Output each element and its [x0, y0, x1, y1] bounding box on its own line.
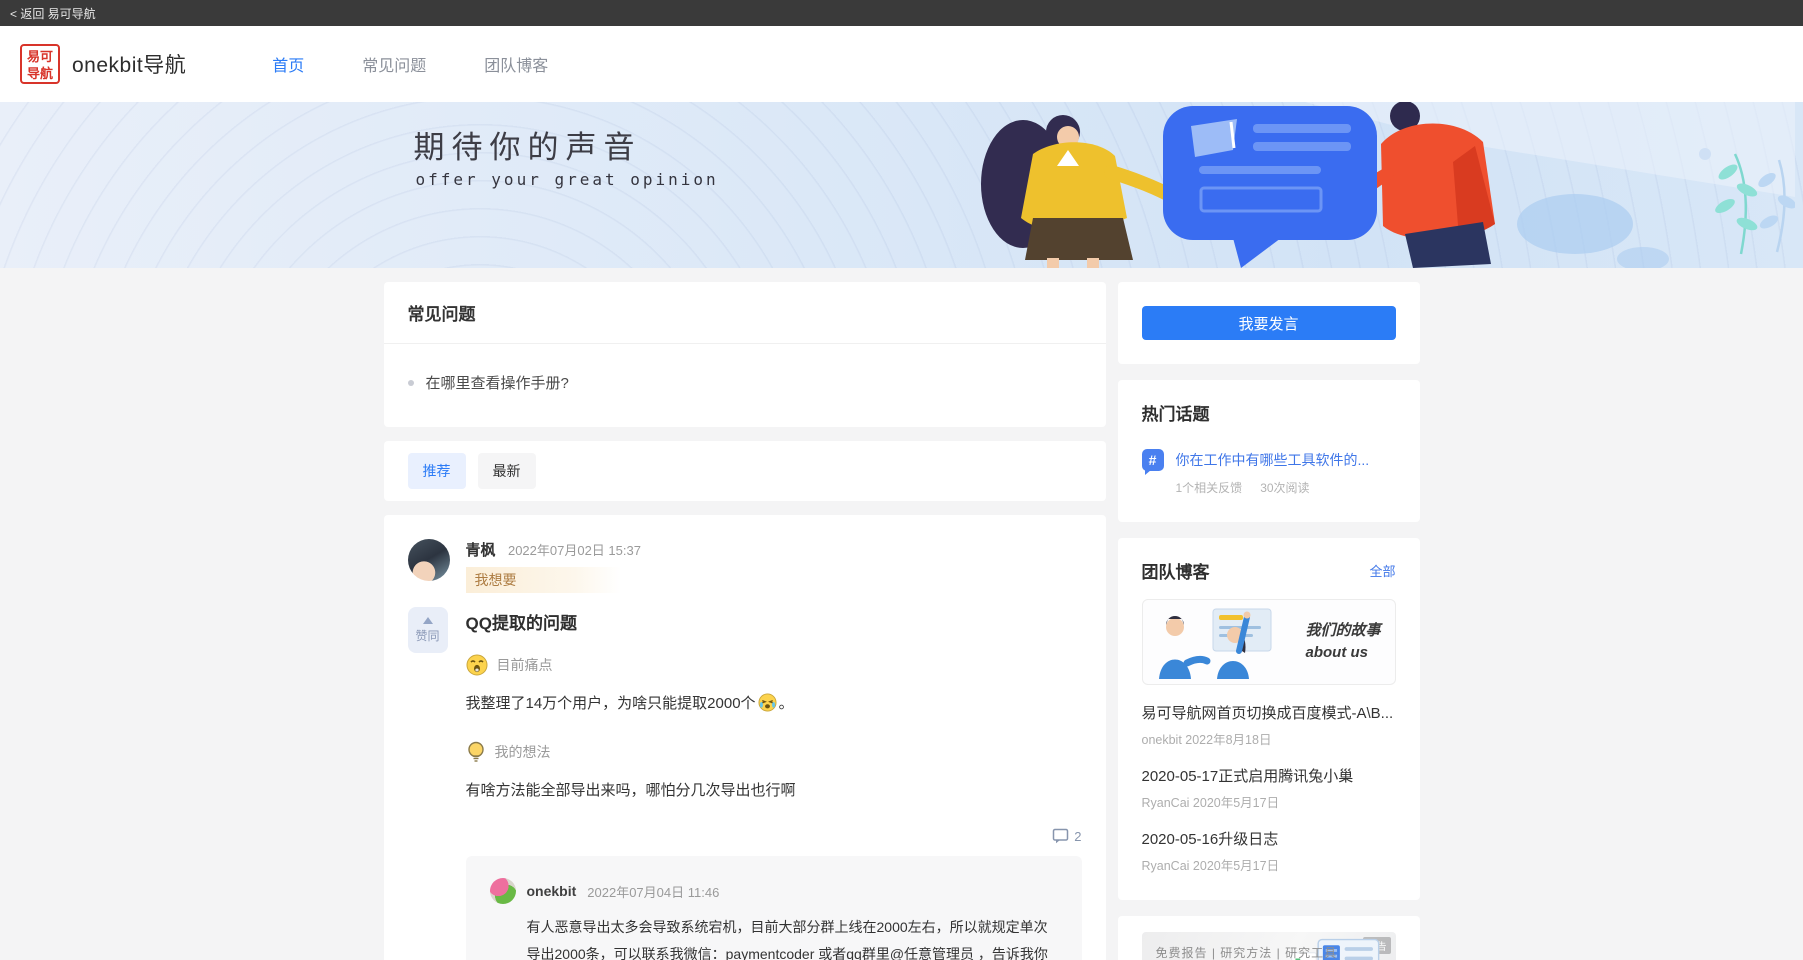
logo-line-1: 易可 — [26, 49, 53, 64]
post-author-avatar[interactable] — [407, 539, 450, 581]
main-content: 常见问题 在哪里查看操作手册? 推荐 最新 青枫 2022年07月02日 15:… — [383, 268, 1420, 960]
post-author-block: 青枫 2022年07月02日 15:37 我想要 — [465, 539, 641, 593]
replies-container: onekbit 2022年07月04日 11:46 有人恶意导出太多会导致系统宕… — [465, 856, 1082, 960]
nav-item-faq[interactable]: 常见问题 — [362, 52, 426, 76]
blog-item-title[interactable]: 易可导航网首页切换成百度模式-A\B... — [1142, 702, 1396, 723]
topic-read-count: 30次阅读 — [1260, 481, 1310, 495]
team-blog-title: 团队博客 — [1141, 563, 1210, 582]
post-category-tag: 我想要 — [465, 567, 621, 593]
bullet-dot-icon — [407, 379, 414, 386]
post-content: QQ提取的问题 目前痛点 我整理了14万个用户，为啥只能提取2000个 。 我的… — [465, 607, 1082, 960]
new-post-button[interactable]: 我要发言 — [1141, 306, 1396, 340]
comment-count-value: 2 — [1074, 828, 1082, 844]
blog-item-title[interactable]: 2020-05-17正式启用腾讯兔小巢 — [1142, 765, 1396, 786]
right-column: 我要发言 热门话题 # 你在工作中有哪些工具软件的... 1个相关反馈 30次阅… — [1117, 282, 1420, 960]
upvote-label: 赞同 — [415, 628, 440, 643]
back-link[interactable]: < 返回 易可导航 — [10, 5, 96, 22]
blog-item-meta: onekbit 2022年8月18日 — [1141, 733, 1272, 747]
reply-header: onekbit 2022年07月04日 11:46 — [489, 878, 1058, 904]
speak-card: 我要发言 — [1117, 282, 1420, 364]
ad-tagline: 免费报告 | 研究方法 | 研究工具 — [1155, 946, 1338, 960]
topbar: < 返回 易可导航 — [0, 0, 1803, 26]
tab-latest[interactable]: 最新 — [477, 453, 536, 489]
comment-bubble-icon — [1053, 828, 1069, 844]
blog-item-meta: RyanCai 2020年5月17日 — [1141, 796, 1280, 810]
team-blog-card: 团队博客 全部 我们的故事 about us 易可导航网首页切换成百度模式-A\… — [1117, 538, 1420, 900]
pain-text: 我整理了14万个用户，为啥只能提取2000个 。 — [466, 692, 1082, 713]
post-header: 青枫 2022年07月02日 15:37 我想要 — [407, 539, 1082, 593]
hot-topics-card: 热门话题 # 你在工作中有哪些工具软件的... 1个相关反馈 30次阅读 — [1117, 380, 1420, 522]
pain-label-text: 目前痛点 — [496, 657, 553, 673]
faq-body: 在哪里查看操作手册? — [384, 344, 1106, 427]
idea-section-label: 我的想法 — [466, 741, 1082, 763]
topic-feedback-count: 1个相关反馈 — [1175, 481, 1243, 495]
ad-card: 广告 — [1117, 916, 1420, 960]
reply-item: onekbit 2022年07月04日 11:46 有人恶意导出太多会导致系统宕… — [489, 878, 1058, 960]
topic-meta: 1个相关反馈 30次阅读 — [1176, 479, 1396, 496]
nav-item-home[interactable]: 首页 — [272, 52, 304, 76]
ad-banner[interactable]: 广告 — [1141, 932, 1396, 960]
topic-item[interactable]: # 你在工作中有哪些工具软件的... 1个相关反馈 30次阅读 — [1141, 449, 1396, 496]
about-us-text: 我们的故事 about us — [1305, 620, 1380, 664]
hero-banner: 期待你的声音 offer your great opinion — [0, 102, 1803, 268]
reply-date: 2022年07月04日 11:46 — [587, 884, 720, 900]
idea-text: 有啥方法能全部导出来吗，哪怕分几次导出也行啊 — [466, 779, 1082, 800]
site-logo[interactable]: 易可 导航 — [20, 44, 60, 84]
pain-text-main: 我整理了14万个用户，为啥只能提取2000个 — [465, 695, 756, 712]
about-us-illustration — [1158, 608, 1271, 679]
post-title[interactable]: QQ提取的问题 — [466, 609, 1082, 634]
brand-title: onekbit导航 — [72, 54, 187, 77]
banner-title: 期待你的声音 — [413, 130, 642, 165]
idea-label-text: 我的想法 — [494, 744, 551, 760]
tab-recommended[interactable]: 推荐 — [407, 453, 466, 489]
vote-gutter: 赞同 — [407, 607, 466, 960]
banner-subtitle: offer your great opinion — [415, 170, 719, 189]
pain-text-suffix: 。 — [778, 695, 794, 712]
pain-section-label: 目前痛点 — [466, 654, 1082, 676]
faq-item[interactable]: 在哪里查看操作手册? — [407, 372, 1082, 393]
site-header: 易可 导航 onekbit导航 首页 常见问题 团队博客 — [0, 26, 1803, 102]
feed-tabs-card: 推荐 最新 — [383, 441, 1106, 501]
faq-title: 常见问题 — [383, 282, 1106, 344]
hot-topics-title: 热门话题 — [1141, 405, 1210, 424]
page: < 返回 易可导航 易可 导航 onekbit导航 首页 常见问题 团队博客 期… — [0, 0, 1803, 960]
hashtag-icon: # — [1141, 449, 1164, 475]
blog-item[interactable]: 易可导航网首页切换成百度模式-A\B... onekbit 2022年8月18日 — [1142, 702, 1396, 748]
faq-card: 常见问题 在哪里查看操作手册? — [383, 282, 1106, 427]
post-author-name[interactable]: 青枫 — [466, 542, 496, 559]
upvote-arrow-icon — [422, 616, 433, 624]
main-nav: 首页 常见问题 团队博客 — [272, 52, 548, 76]
blog-all-link[interactable]: 全部 — [1369, 561, 1395, 580]
post-card: 青枫 2022年07月02日 15:37 我想要 赞同 QQ提取的问题 目前痛点… — [383, 515, 1106, 960]
blog-item-meta: RyanCai 2020年5月17日 — [1141, 859, 1280, 873]
logo-line-2: 导航 — [26, 66, 53, 81]
nav-item-blog[interactable]: 团队博客 — [484, 52, 548, 76]
reply-text: 有人恶意导出太多会导致系统宕机，目前大部分群上线在2000左右，所以就规定单次导… — [526, 919, 1048, 960]
reply-author-avatar[interactable] — [489, 878, 516, 904]
topic-text[interactable]: 你在工作中有哪些工具软件的... — [1176, 450, 1370, 470]
about-us-line2: about us — [1305, 644, 1368, 661]
ad-text: 免费报告 | 研究方法 | 研究工具 用腾讯调研云 立即体验 — [1156, 944, 1358, 960]
crying-face-icon — [758, 693, 777, 712]
faq-item-text: 在哪里查看操作手册? — [425, 375, 569, 392]
blog-item-title[interactable]: 2020-05-16升级日志 — [1142, 828, 1396, 849]
about-us-line1: 我们的故事 — [1305, 622, 1381, 639]
idea-text-main: 有啥方法能全部导出来吗，哪怕分几次导出也行啊 — [465, 782, 796, 799]
pain-face-icon — [466, 654, 487, 676]
banner-content: 期待你的声音 offer your great opinion — [384, 102, 1420, 268]
lightbulb-icon — [467, 741, 484, 762]
post-date: 2022年07月02日 15:37 — [507, 543, 641, 558]
blog-item[interactable]: 2020-05-16升级日志 RyanCai 2020年5月17日 — [1142, 828, 1396, 874]
blog-banner-image[interactable]: 我们的故事 about us — [1141, 599, 1396, 685]
post-body: 赞同 QQ提取的问题 目前痛点 我整理了14万个用户，为啥只能提取2000个 。… — [407, 607, 1082, 960]
upvote-button[interactable]: 赞同 — [407, 607, 448, 653]
comment-count[interactable]: 2 — [466, 828, 1082, 844]
left-column: 常见问题 在哪里查看操作手册? 推荐 最新 青枫 2022年07月02日 15:… — [383, 282, 1106, 960]
blog-item[interactable]: 2020-05-17正式启用腾讯兔小巢 RyanCai 2020年5月17日 — [1142, 765, 1396, 811]
reply-author-name[interactable]: onekbit — [527, 883, 577, 899]
